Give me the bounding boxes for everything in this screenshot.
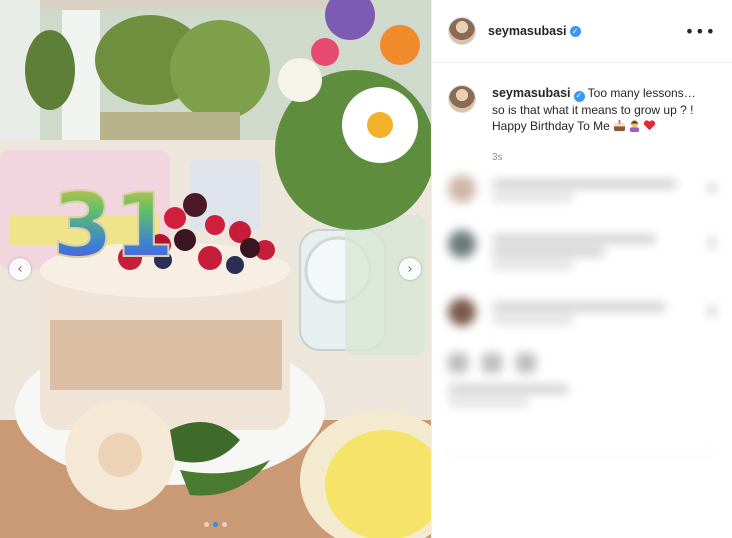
vase — [345, 215, 425, 355]
blurred-comments — [432, 165, 732, 538]
cake-layers — [50, 320, 282, 390]
pergola-beam — [40, 0, 340, 10]
carousel-dot — [213, 522, 218, 527]
verified-badge-icon: ✓ — [569, 25, 581, 37]
more-options-icon[interactable]: ••• — [685, 22, 716, 41]
caption: seymasubasi ✓ Too many lessons… so is tha… — [432, 63, 732, 166]
chevron-left-icon: ‹ — [17, 261, 23, 277]
cherry — [183, 193, 207, 217]
photo-scene: 31 — [0, 0, 431, 538]
avatar[interactable] — [448, 85, 476, 113]
caption-line-3: Happy Birthday To Me — [492, 118, 610, 133]
raspberry — [205, 215, 225, 235]
list-item — [448, 175, 717, 206]
avatar[interactable] — [448, 17, 476, 45]
list-item — [448, 230, 717, 274]
username-link[interactable]: seymasubasi — [488, 24, 567, 38]
garden-ground — [100, 112, 240, 140]
username-link[interactable]: seymasubasi — [492, 86, 571, 100]
tree-canopy — [170, 20, 270, 120]
daisy-center — [367, 112, 393, 138]
post-timestamp[interactable]: 3s — [492, 150, 696, 166]
red-heart-emoji-icon — [644, 119, 656, 130]
verified-badge-icon: ✓ — [573, 90, 585, 102]
woman-emoji-icon — [630, 119, 640, 132]
chevron-right-icon: › — [407, 261, 413, 277]
white-flower — [278, 58, 322, 102]
carousel-dot — [222, 522, 227, 527]
post-photo[interactable]: 31 ‹ › — [0, 0, 431, 538]
raspberry — [198, 246, 222, 270]
cake-emoji-icon — [614, 119, 626, 131]
cherry — [240, 238, 260, 258]
carousel-next-button[interactable]: › — [399, 258, 421, 280]
post-header: seymasubasi ✓ ••• — [432, 0, 732, 63]
carousel-previous-button[interactable]: ‹ — [9, 258, 31, 280]
carousel-dot — [204, 522, 209, 527]
caption-line-1: Too many lessons… — [587, 86, 696, 100]
birthday-candles: 31 — [52, 174, 174, 277]
carousel-indicator — [0, 522, 431, 527]
tree-canopy — [25, 30, 75, 110]
list-item — [448, 298, 717, 329]
pink-flower — [311, 38, 339, 66]
cherry — [174, 229, 196, 251]
action-bar — [448, 353, 717, 373]
orange-flower — [380, 25, 420, 65]
caption-text: seymasubasi ✓ Too many lessons… so is tha… — [492, 85, 696, 134]
rose-center — [98, 433, 142, 477]
caption-line-2: so is that what it means to grow up ? ! — [492, 102, 694, 117]
blueberry — [226, 256, 244, 274]
post-sidebar: seymasubasi ✓ ••• seymasubasi ✓ Too many … — [431, 0, 732, 538]
